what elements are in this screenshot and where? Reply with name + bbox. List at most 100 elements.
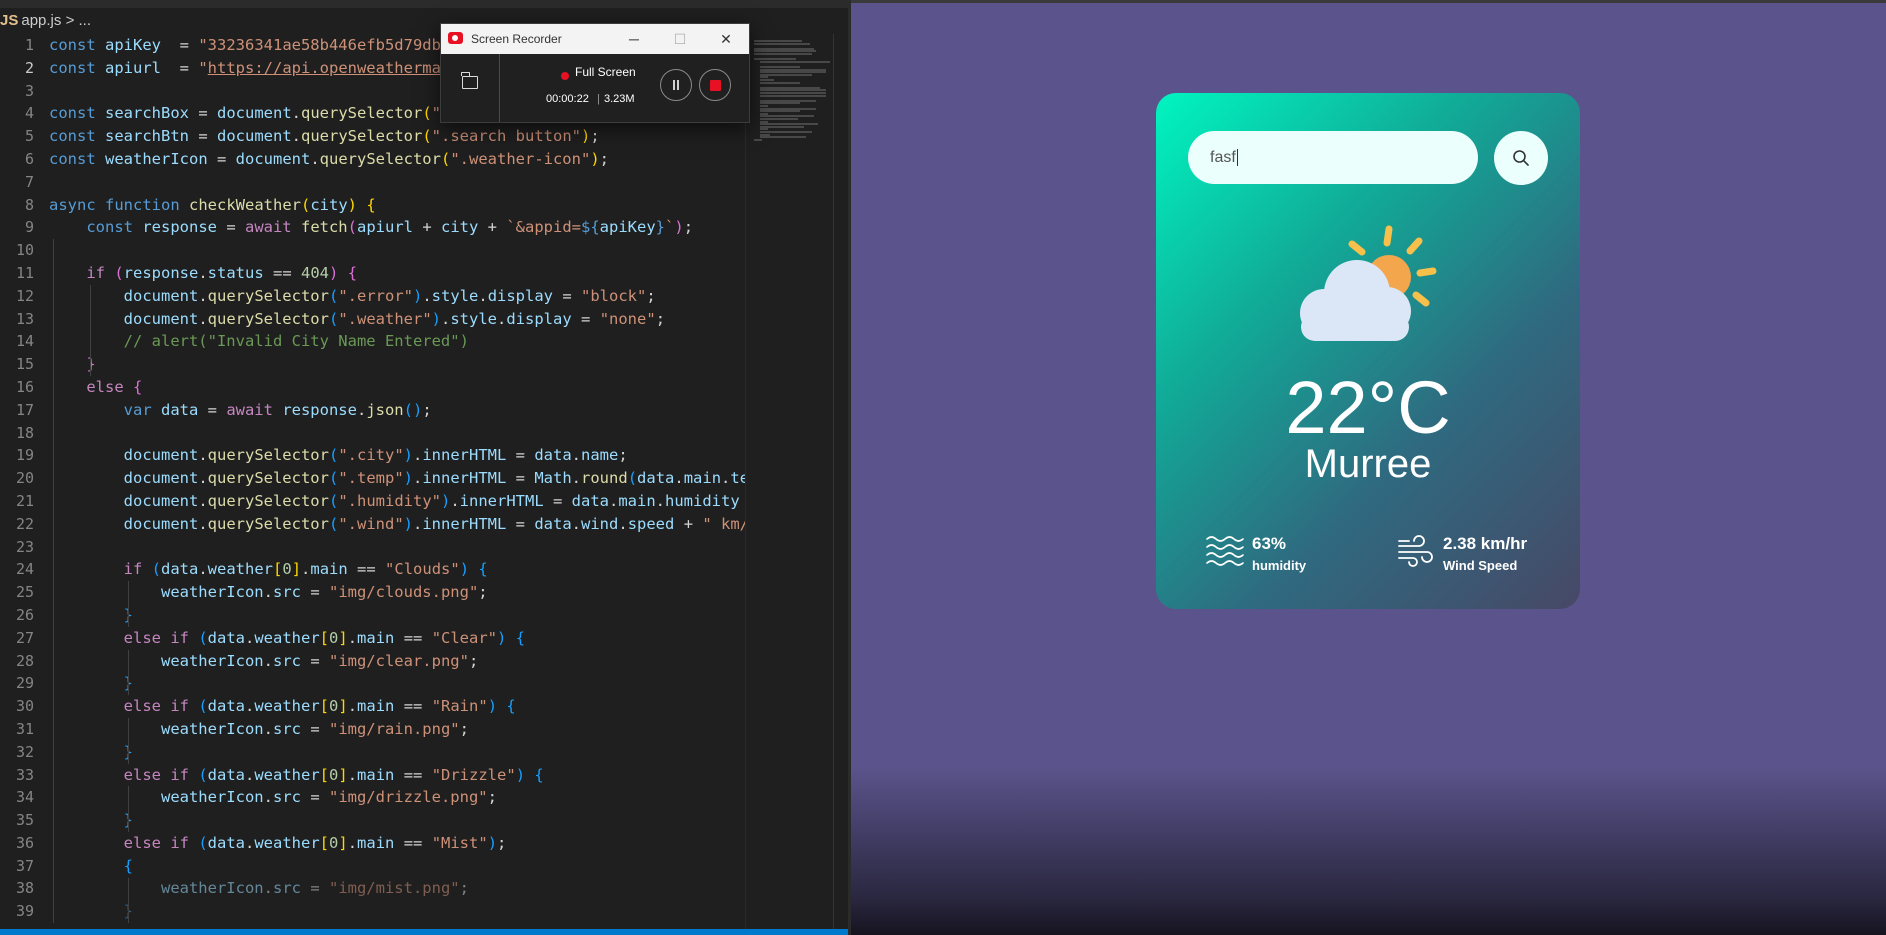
code-line[interactable]: 22 document.querySelector(".wind").inner… — [0, 513, 745, 536]
partly-cloudy-sun-icon — [1300, 225, 1437, 341]
close-button[interactable]: ✕ — [703, 24, 749, 54]
code-line[interactable]: 13 document.querySelector(".weather").st… — [0, 308, 745, 331]
code-line[interactable]: 20 document.querySelector(".temp").inner… — [0, 467, 745, 490]
code-line[interactable]: 11 if (response.status == 404) { — [0, 262, 745, 285]
line-number: 37 — [15, 856, 34, 875]
code-line[interactable]: 15 } — [0, 353, 745, 376]
code-line[interactable]: 39 } — [0, 900, 745, 923]
indent-guide — [128, 877, 129, 924]
code-text: weatherIcon.src = "img/clouds.png"; — [160, 583, 488, 602]
code-line[interactable]: 24 if (data.weather[0].main == "Clouds")… — [0, 558, 745, 581]
editor-scrollbar[interactable] — [833, 34, 848, 935]
code-line[interactable]: 27 else if (data.weather[0].main == "Cle… — [0, 627, 745, 650]
code-text: document.querySelector(".humidity").inne… — [123, 491, 740, 510]
code-line[interactable]: 32 } — [0, 741, 745, 764]
line-number: 12 — [15, 286, 34, 305]
temperature: 22°C — [1285, 366, 1451, 449]
code-line[interactable]: 28 weatherIcon.src = "img/clear.png"; — [0, 650, 745, 673]
code-line[interactable]: 17 var data = await response.json(); — [0, 399, 745, 422]
line-number: 9 — [24, 218, 34, 237]
minimize-button[interactable]: ─ — [611, 24, 657, 54]
search-input[interactable]: fasf — [1188, 131, 1478, 184]
code-text: const weatherIcon = document.querySelect… — [49, 149, 609, 168]
line-number: 13 — [15, 309, 34, 328]
line-number: 35 — [15, 811, 34, 830]
code-line[interactable]: 31 weatherIcon.src = "img/rain.png"; — [0, 718, 745, 741]
line-number: 10 — [15, 241, 34, 260]
code-line[interactable]: 25 weatherIcon.src = "img/clouds.png"; — [0, 581, 745, 604]
maximize-button[interactable]: ☐ — [657, 24, 703, 54]
code-line[interactable]: 6 const weatherIcon = document.querySelec… — [0, 148, 745, 171]
recording-indicator-icon — [561, 72, 569, 80]
line-number: 36 — [15, 833, 34, 852]
breadcrumb-more[interactable]: ... — [79, 12, 92, 29]
code-line[interactable]: 35 } — [0, 809, 745, 832]
code-line[interactable]: 38 weatherIcon.src = "img/mist.png"; — [0, 877, 745, 900]
recording-mode: Full Screen — [575, 65, 636, 79]
line-number: 29 — [15, 674, 34, 693]
code-line[interactable]: 21 document.querySelector(".humidity").i… — [0, 490, 745, 513]
indent-guide — [53, 398, 54, 924]
pause-button[interactable] — [660, 69, 692, 101]
code-line[interactable]: 36 else if (data.weather[0].main == "Mis… — [0, 832, 745, 855]
city-name: Murree — [1304, 442, 1432, 486]
line-number: 19 — [15, 446, 34, 465]
minimap-line — [760, 94, 826, 97]
line-number: 3 — [24, 81, 34, 100]
code-line[interactable]: 23 — [0, 536, 745, 559]
code-line[interactable]: 10 — [0, 239, 745, 262]
breadcrumb[interactable]: JS app.js > ... — [0, 8, 91, 34]
code-line[interactable]: 37 { — [0, 855, 745, 878]
code-text: } — [49, 672, 133, 695]
indent-guide — [90, 284, 91, 376]
code-text: } — [49, 741, 133, 764]
line-number: 26 — [15, 605, 34, 624]
code-line[interactable]: 33 else if (data.weather[0].main == "Dri… — [0, 764, 745, 787]
recorder-title-bar[interactable]: Screen Recorder ─ ☐ ✕ — [441, 24, 749, 54]
code-line[interactable]: 30 else if (data.weather[0].main == "Rai… — [0, 695, 745, 718]
breadcrumb-file[interactable]: app.js — [21, 12, 61, 29]
browser-viewport: fasf 22°C Murree 63% humidity 2.38 km/hr… — [851, 0, 1886, 935]
elapsed-time: 00:00:22 — [546, 93, 589, 105]
code-line[interactable]: 19 document.querySelector(".city").inner… — [0, 444, 745, 467]
code-line[interactable]: 18 — [0, 422, 745, 445]
line-number: 15 — [15, 355, 34, 374]
code-line[interactable]: 9 const response = await fetch(apiurl + … — [0, 216, 745, 239]
code-line[interactable]: 8 async function checkWeather(city) { — [0, 194, 745, 217]
code-line[interactable]: 14 // alert("Invalid City Name Entered") — [0, 330, 745, 353]
search-button[interactable] — [1494, 131, 1548, 185]
code-line[interactable]: 12 document.querySelector(".error").styl… — [0, 285, 745, 308]
code-text: const searchBtn = document.querySelector… — [49, 127, 600, 146]
code-line[interactable]: 34 weatherIcon.src = "img/drizzle.png"; — [0, 786, 745, 809]
wind-value: 2.38 km/hr — [1443, 534, 1528, 553]
humidity-icon — [1206, 536, 1244, 566]
line-number: 16 — [15, 377, 34, 396]
code-text: // alert("Invalid City Name Entered") — [123, 332, 469, 351]
folder-icon[interactable] — [461, 72, 478, 89]
code-text: const response = await fetch(apiurl + ci… — [86, 218, 694, 237]
line-number: 7 — [24, 172, 34, 191]
indent-guide — [53, 239, 54, 399]
code-editor[interactable]: JS app.js > ... 1 const apiKey = "33236341… — [0, 0, 848, 935]
search-input-value: fasf — [1210, 149, 1238, 167]
code-text: else if (data.weather[0].main == "Rain")… — [123, 697, 516, 716]
minimap[interactable] — [745, 34, 834, 935]
line-number: 18 — [15, 423, 34, 442]
stop-button[interactable] — [699, 69, 731, 101]
browser-top-edge — [851, 0, 1886, 3]
code-text: } — [49, 809, 133, 832]
text-caret — [1236, 149, 1238, 167]
code-text: weatherIcon.src = "img/mist.png"; — [160, 879, 469, 898]
code-line[interactable]: 7 — [0, 171, 745, 194]
line-number: 8 — [24, 195, 34, 214]
code-area[interactable]: 1 const apiKey = "33236341ae58b446efb5d79… — [0, 34, 745, 935]
code-text: } — [49, 900, 133, 923]
line-number: 25 — [15, 583, 34, 602]
code-line[interactable]: 16 else { — [0, 376, 745, 399]
code-text: var data = await response.json(); — [123, 400, 432, 419]
wind-icon — [1398, 535, 1433, 567]
minimap-line — [760, 60, 830, 63]
code-line[interactable]: 29 } — [0, 672, 745, 695]
code-line[interactable]: 26 } — [0, 604, 745, 627]
code-line[interactable]: 5 const searchBtn = document.querySelecto… — [0, 125, 745, 148]
